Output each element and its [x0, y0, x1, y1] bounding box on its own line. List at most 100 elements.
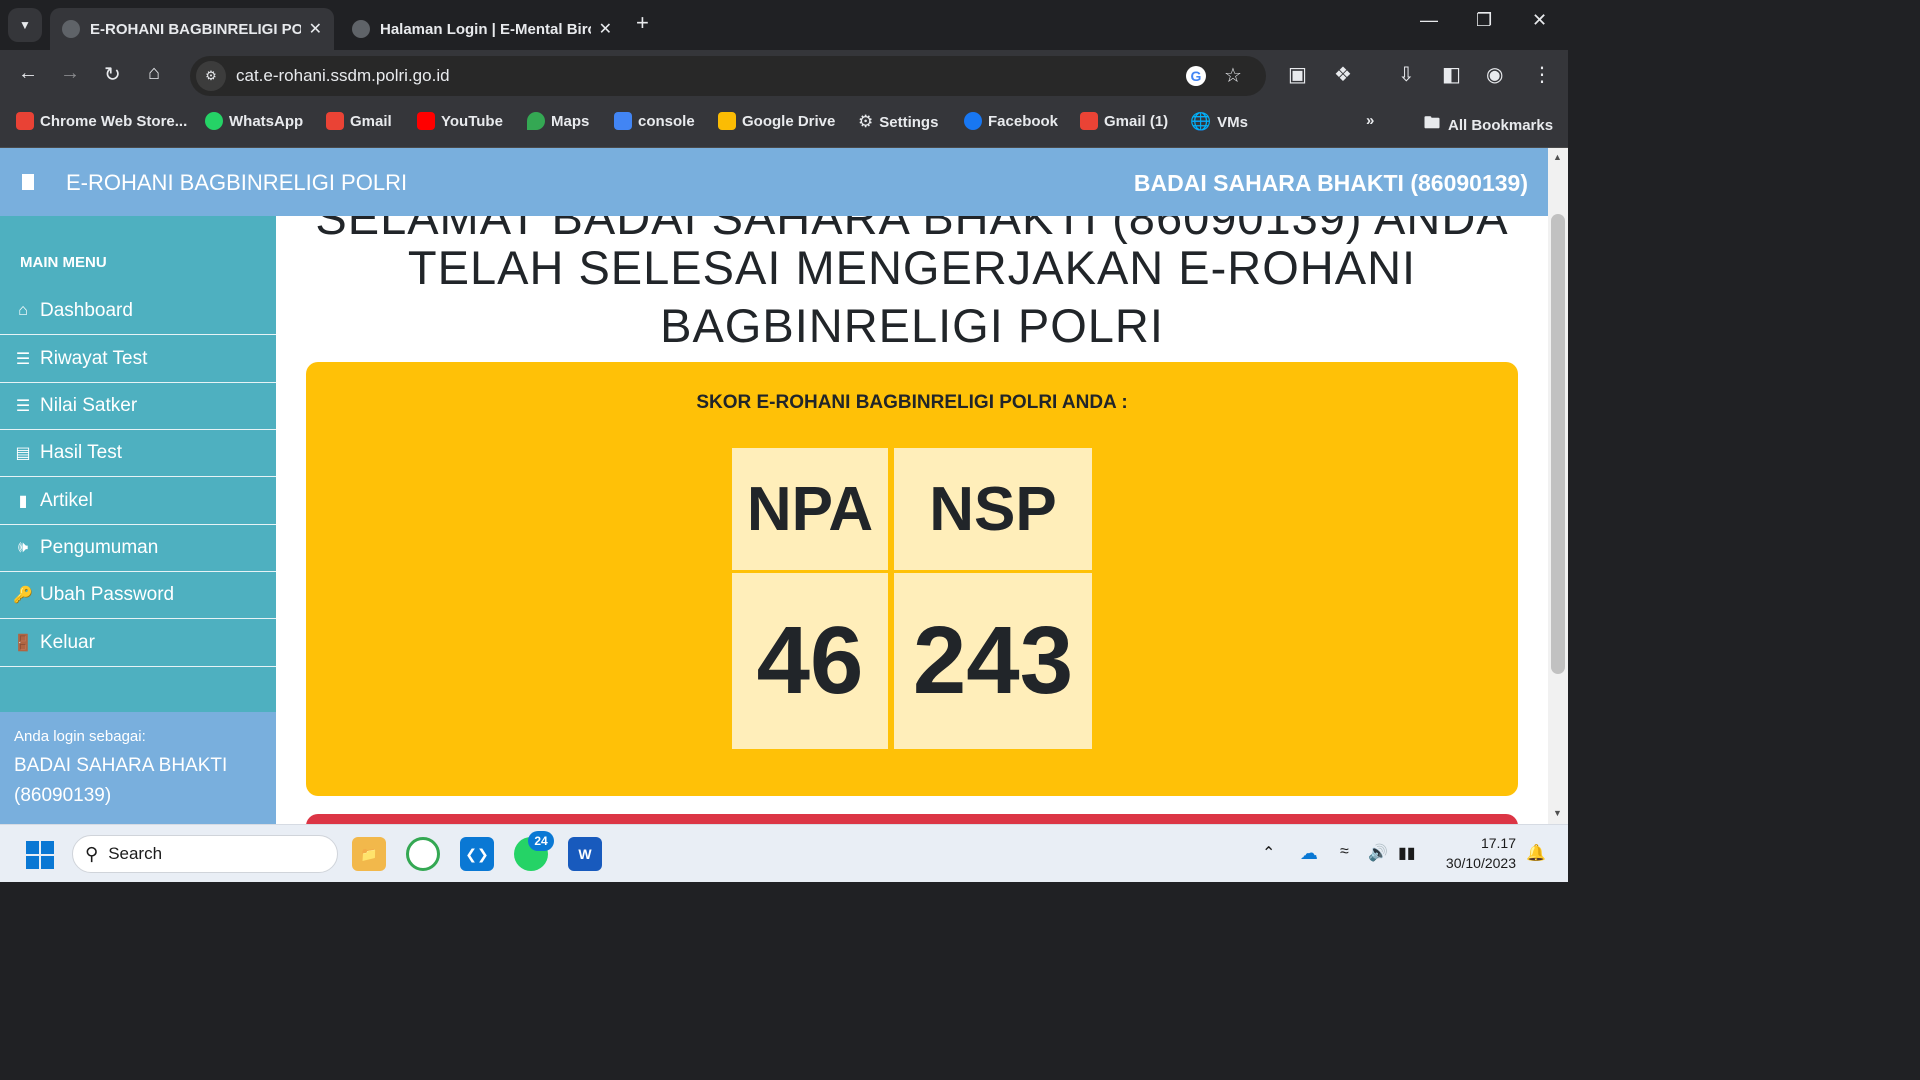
sidebar-item-label: Nilai Satker	[40, 395, 138, 416]
top-navbar: E-ROHANI BAGBINRELIGI POLRI BADAI SAHARA…	[0, 148, 1548, 216]
bookmark-label: YouTube	[441, 112, 503, 130]
login-label: Anda login sebagai:	[14, 728, 146, 745]
bookmark-star-icon[interactable]: ☆	[1224, 63, 1242, 88]
close-icon[interactable]: ✕	[309, 19, 322, 39]
sidebar-item-label: Dashboard	[40, 300, 133, 321]
onedrive-cloud-icon[interactable]: ☁	[1300, 843, 1318, 864]
megaphone-icon: 🕪	[17, 539, 29, 556]
score-value-nsp: 243	[894, 573, 1092, 749]
globe-icon	[62, 20, 80, 38]
bookmark-settings[interactable]: ⚙ Settings	[858, 112, 938, 132]
all-bookmarks-button[interactable]: 🖿 All Bookmarks	[1424, 112, 1553, 139]
bookmarks-overflow-icon[interactable]: »	[1366, 112, 1374, 129]
bookmark-label: Chrome Web Store...	[40, 112, 188, 130]
file-icon: ▮	[18, 493, 28, 510]
forward-arrow-icon[interactable]: →	[60, 62, 80, 85]
bookmark-gmail[interactable]: Gmail	[326, 112, 392, 130]
bookmark-label: Gmail	[350, 112, 392, 130]
bookmark-youtube[interactable]: YouTube	[417, 112, 503, 130]
battery-icon[interactable]: ▮▮	[1398, 843, 1416, 863]
score-label-nsp: NSP	[894, 448, 1092, 570]
bookmark-console[interactable]: console	[614, 112, 695, 130]
sidebar-item-dashboard[interactable]: ⌂ Dashboard	[0, 288, 276, 335]
gmail-icon	[326, 112, 344, 130]
login-info-box: Anda login sebagai: BADAI SAHARA BHAKTI …	[0, 712, 276, 824]
scrollbar-thumb[interactable]	[1551, 214, 1565, 674]
browser-toolbar: ← → ↻ ⌂ ⚙ cat.e-rohani.ssdm.polri.go.id …	[0, 50, 1568, 102]
bookmark-facebook[interactable]: Facebook	[964, 112, 1058, 130]
menu-kebab-icon[interactable]: ⋮	[1532, 62, 1552, 87]
download-icon[interactable]: ⇩	[1398, 62, 1415, 87]
sidebar-item-label: Hasil Test	[40, 442, 123, 463]
bookmark-whatsapp[interactable]: WhatsApp	[205, 112, 303, 130]
score-title: SKOR E-ROHANI BAGBINRELIGI POLRI ANDA :	[696, 392, 1128, 413]
scroll-up-icon[interactable]: ▲	[1553, 152, 1562, 162]
navbar-user[interactable]: BADAI SAHARA BHAKTI (86090139)	[1134, 170, 1528, 197]
sidebar-item-hasil-test[interactable]: ▤ Hasil Test	[0, 430, 276, 477]
sidebar-item-label: Artikel	[40, 490, 93, 511]
side-panel-icon[interactable]: ◧	[1442, 62, 1461, 87]
facebook-icon	[964, 112, 982, 130]
taskbar-clock[interactable]: 17.17 30/10/2023	[1436, 833, 1516, 873]
web-page: E-ROHANI BAGBINRELIGI POLRI BADAI SAHARA…	[0, 148, 1548, 824]
url-text[interactable]: cat.e-rohani.ssdm.polri.go.id	[236, 66, 1266, 86]
taskbar-search[interactable]: ⚲ Search	[72, 835, 338, 873]
sidebar-item-nilai-satker[interactable]: ☰ Nilai Satker	[0, 383, 276, 430]
wifi-icon[interactable]: ≈	[1340, 843, 1349, 861]
google-lens-icon[interactable]: G	[1186, 66, 1206, 86]
sidebar-item-keluar[interactable]: 🚪 Keluar	[0, 620, 276, 667]
back-arrow-icon[interactable]: ←	[18, 62, 38, 85]
gear-icon: ⚙	[858, 112, 874, 131]
bookmark-google-drive[interactable]: Google Drive	[718, 112, 835, 130]
profile-avatar[interactable]: ◉	[1486, 62, 1503, 87]
close-window-icon[interactable]: ✕	[1532, 10, 1547, 31]
bookmark-label: Settings	[879, 113, 939, 131]
file-icon	[22, 174, 34, 190]
extension-icon[interactable]: ▣	[1288, 62, 1307, 87]
sidebar-item-label: Riwayat Test	[40, 348, 148, 369]
navbar-brand[interactable]: E-ROHANI BAGBINRELIGI POLRI	[66, 170, 407, 196]
chevron-down-icon: ▼	[19, 18, 31, 32]
headline-line: BAGBINRELIGI POLRI	[660, 299, 1164, 352]
bookmark-label: Google Drive	[742, 112, 836, 130]
site-info-icon[interactable]: ⚙	[196, 61, 226, 91]
score-label-npa: NPA	[732, 448, 888, 570]
bookmark-maps[interactable]: Maps	[527, 112, 589, 130]
file-explorer-icon[interactable]: 📁	[352, 837, 386, 871]
sidebar-item-pengumuman[interactable]: 🕪 Pengumuman	[0, 525, 276, 572]
scroll-down-icon[interactable]: ▼	[1553, 808, 1562, 818]
restore-icon[interactable]: ❐	[1476, 10, 1492, 31]
browser-tab[interactable]: Halaman Login | E-Mental Biro ✕	[340, 8, 624, 50]
minimize-icon[interactable]: —	[1420, 10, 1438, 31]
search-icon: ⚲	[85, 843, 99, 864]
windows-start-icon[interactable]	[26, 841, 54, 869]
bookmark-chrome-web-store[interactable]: Chrome Web Store...	[16, 112, 187, 130]
sidebar-item-artikel[interactable]: ▮ Artikel	[0, 478, 276, 525]
reload-icon[interactable]: ↻	[104, 62, 121, 87]
sidebar-item-riwayat-test[interactable]: ☰ Riwayat Test	[0, 336, 276, 383]
word-icon[interactable]: W	[568, 837, 602, 871]
tab-search-button[interactable]: ▼	[8, 8, 42, 42]
volume-icon[interactable]: 🔊	[1368, 843, 1388, 863]
vscode-icon[interactable]: ❮❯	[460, 837, 494, 871]
bookmark-vms[interactable]: 🌐 VMs	[1190, 112, 1248, 132]
page-scrollbar[interactable]: ▲ ▼	[1548, 148, 1568, 824]
notification-bell-icon[interactable]: 🔔	[1526, 843, 1546, 863]
chrome-web-store-icon	[16, 112, 34, 130]
sidebar-item-ubah-password[interactable]: 🔑 Ubah Password	[0, 572, 276, 619]
close-icon[interactable]: ✕	[599, 19, 612, 39]
bookmark-gmail-1[interactable]: Gmail (1)	[1080, 112, 1168, 130]
headline-line: TELAH SELESAI MENGERJAKAN E-ROHANI	[407, 241, 1417, 294]
puzzle-extensions-icon[interactable]: ❖	[1334, 62, 1352, 87]
sidebar-item-label: Keluar	[40, 632, 95, 653]
main-menu-title: MAIN MENU	[20, 254, 107, 271]
address-bar[interactable]: ⚙ cat.e-rohani.ssdm.polri.go.id G ☆	[190, 56, 1266, 96]
bookmark-label: VMs	[1217, 113, 1249, 131]
bookmarks-bar: Chrome Web Store... WhatsApp Gmail YouTu…	[0, 102, 1568, 148]
globe-icon: 🌐	[1190, 112, 1212, 131]
chrome-icon[interactable]	[406, 837, 440, 871]
home-icon[interactable]: ⌂	[148, 62, 160, 85]
new-tab-icon[interactable]: +	[636, 10, 649, 36]
browser-tab-active[interactable]: E-ROHANI BAGBINRELIGI POLRI ✕	[50, 8, 334, 50]
chevron-up-icon[interactable]: ⌃	[1262, 843, 1275, 863]
